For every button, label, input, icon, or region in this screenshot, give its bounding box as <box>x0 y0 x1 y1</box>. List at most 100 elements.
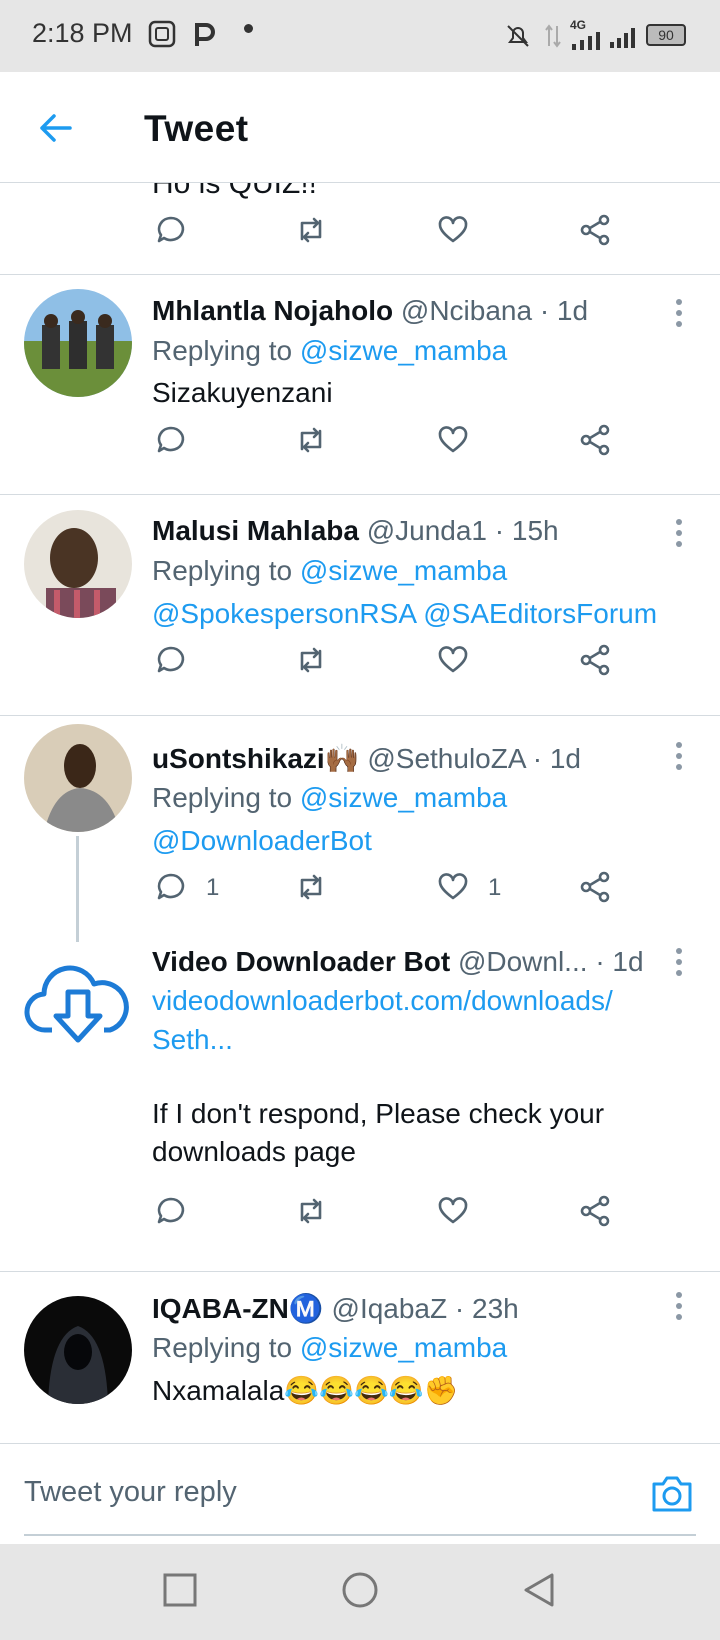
replying-to-line: Replying to @sizwe_mamba <box>152 335 507 367</box>
tweet-text: downloads page <box>152 1136 356 1167</box>
replying-label: Replying to <box>152 782 293 813</box>
tweet-thread[interactable]: Ho is QUIZ!! Mhlantla Nojaholo @Ncibana … <box>0 183 720 1443</box>
reply-icon[interactable] <box>154 870 190 906</box>
replying-label: Replying to <box>152 1332 293 1363</box>
mention-link[interactable]: @sizwe_mamba <box>300 335 507 366</box>
author-name[interactable]: uSontshikazi🙌🏾 <box>152 743 360 774</box>
tweet-link[interactable]: videodownloaderbot.com/downloads/ <box>152 985 613 1017</box>
like-icon[interactable] <box>436 870 472 906</box>
share-icon[interactable] <box>578 1194 614 1230</box>
camera-icon[interactable] <box>650 1474 694 1514</box>
cut-off-text: Ho is QUIZ!! <box>152 183 318 200</box>
more-options-icon[interactable] <box>676 299 684 329</box>
back-triangle-icon[interactable] <box>520 1570 560 1610</box>
more-options-icon[interactable] <box>676 1292 684 1322</box>
divider <box>0 715 720 716</box>
retweet-icon[interactable] <box>294 870 330 906</box>
tweet-link-continued[interactable]: Seth... <box>152 1024 233 1056</box>
tweet-header-line: Mhlantla Nojaholo @Ncibana · 1d <box>152 295 588 327</box>
replying-label: Replying to <box>152 335 293 366</box>
avatar[interactable] <box>24 289 132 397</box>
mention-link[interactable]: @sizwe_mamba <box>300 555 507 586</box>
tweet-header: Tweet <box>0 72 720 183</box>
mute-icon <box>507 25 529 47</box>
cloud-download-avatar-icon[interactable] <box>24 948 132 1056</box>
status-bar: 2:18 PM 4G 90 <box>0 0 720 72</box>
dot-icon <box>244 24 253 33</box>
replying-to-line: Replying to @sizwe_mamba <box>152 555 507 587</box>
share-icon[interactable] <box>578 870 614 906</box>
tweet-time: · 1d <box>595 946 644 977</box>
tweet-time: · 23h <box>454 1293 519 1324</box>
reply-input[interactable]: Tweet your reply <box>24 1476 237 1509</box>
status-time: 2:18 PM <box>32 18 133 48</box>
action-row <box>0 1186 720 1242</box>
tweet-text: If I don't respond, Please check your <box>152 1098 605 1129</box>
author-handle[interactable]: @Downl... <box>458 946 588 977</box>
author-name[interactable]: IQABA-ZNⓂ️ <box>152 1293 324 1324</box>
divider <box>0 1271 720 1272</box>
reply-icon[interactable] <box>154 213 190 249</box>
share-icon[interactable] <box>578 213 614 249</box>
more-options-icon[interactable] <box>676 742 684 772</box>
author-name[interactable]: Malusi Mahlaba <box>152 515 359 546</box>
back-arrow-icon[interactable] <box>36 108 76 148</box>
tweet-time: · 1d <box>539 295 589 326</box>
reply-composer[interactable]: Tweet your reply <box>0 1443 720 1544</box>
action-row <box>0 635 720 691</box>
author-name[interactable]: Mhlantla Nojaholo <box>152 295 393 326</box>
retweet-icon[interactable] <box>294 423 330 459</box>
action-row: 1 1 <box>0 862 720 918</box>
like-icon[interactable] <box>436 1194 472 1230</box>
divider <box>0 494 720 495</box>
like-icon[interactable] <box>436 213 472 249</box>
tweet-header-line: Video Downloader Bot @Downl... · 1d <box>152 946 644 978</box>
action-row <box>0 205 720 261</box>
p-icon <box>195 23 215 46</box>
mention-link[interactable]: @sizwe_mamba <box>300 1332 507 1363</box>
share-icon[interactable] <box>578 643 614 679</box>
tweet-text: Sizakuyenzani <box>152 377 333 408</box>
tweet-time: · 15h <box>494 515 559 546</box>
more-options-icon[interactable] <box>676 519 684 549</box>
like-icon[interactable] <box>436 423 472 459</box>
battery-level: 90 <box>658 27 674 43</box>
system-nav-bar <box>0 1544 720 1640</box>
mention-links[interactable]: @DownloaderBot <box>152 825 372 857</box>
avatar[interactable] <box>24 1296 132 1404</box>
action-row <box>0 415 720 471</box>
like-icon[interactable] <box>436 643 472 679</box>
tweet-header-line: IQABA-ZNⓂ️ @IqabaZ · 23h <box>152 1292 519 1325</box>
retweet-icon[interactable] <box>294 1194 330 1230</box>
recents-square-icon[interactable] <box>160 1570 200 1610</box>
more-options-icon[interactable] <box>676 948 684 978</box>
replying-label: Replying to <box>152 555 293 586</box>
mention-link[interactable]: @sizwe_mamba <box>300 782 507 813</box>
like-count: 1 <box>488 874 502 901</box>
reply-count: 1 <box>206 874 220 901</box>
retweet-icon[interactable] <box>294 213 330 249</box>
author-handle[interactable]: @Ncibana <box>401 295 532 326</box>
share-icon[interactable] <box>578 423 614 459</box>
tweet-header-line: uSontshikazi🙌🏾 @SethuloZA · 1d <box>152 742 581 775</box>
author-name[interactable]: Video Downloader Bot <box>152 946 450 977</box>
4g-signal-icon <box>572 32 600 50</box>
author-handle[interactable]: @Junda1 <box>367 515 487 546</box>
author-handle[interactable]: @IqabaZ <box>332 1293 448 1324</box>
avatar[interactable] <box>24 724 132 832</box>
tweet-time: · 1d <box>532 743 581 774</box>
divider <box>0 274 720 275</box>
battery-icon: 90 <box>646 24 686 46</box>
home-circle-icon[interactable] <box>340 1570 380 1610</box>
reply-icon[interactable] <box>154 643 190 679</box>
reply-icon[interactable] <box>154 1194 190 1230</box>
app-icon <box>148 20 176 48</box>
tweet-text: Nxamalala😂😂😂😂✊ <box>152 1375 459 1406</box>
reply-icon[interactable] <box>154 423 190 459</box>
tweet-header-line: Malusi Mahlaba @Junda1 · 15h <box>152 515 559 547</box>
author-handle[interactable]: @SethuloZA <box>367 743 525 774</box>
mention-links[interactable]: @SpokespersonRSA @SAEditorsForum <box>152 598 657 630</box>
data-arrows-icon <box>545 24 561 48</box>
retweet-icon[interactable] <box>294 643 330 679</box>
avatar[interactable] <box>24 510 132 618</box>
